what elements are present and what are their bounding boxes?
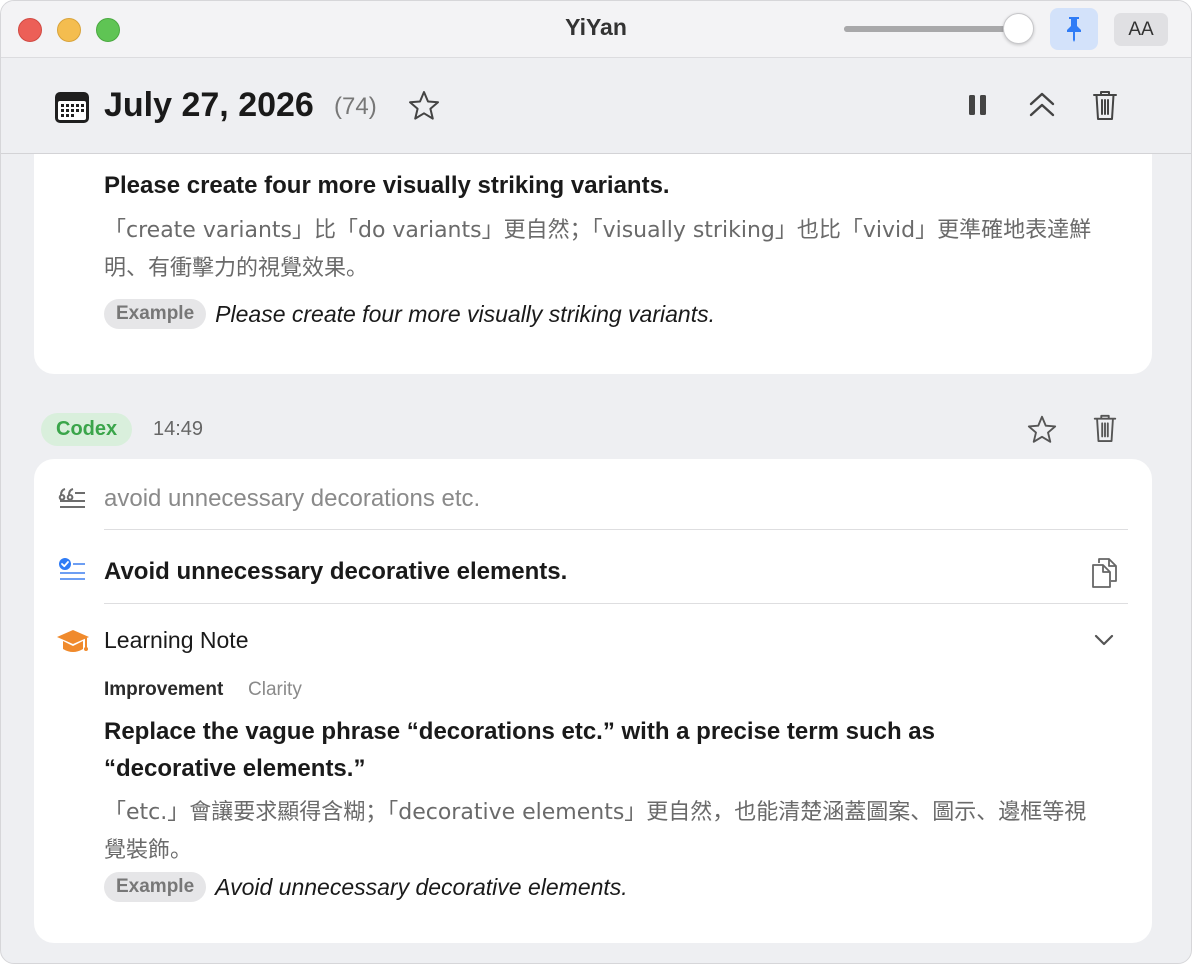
opacity-slider[interactable]	[844, 26, 1018, 32]
pin-button[interactable]	[1050, 8, 1098, 50]
quote-icon	[58, 488, 85, 508]
original-text: avoid unnecessary decorations etc.	[104, 485, 481, 512]
corrected-sentence: Please create four more visually strikin…	[104, 172, 670, 199]
trash-icon[interactable]	[1091, 412, 1119, 444]
star-icon[interactable]	[1026, 413, 1058, 445]
date-title: July 27, 2026	[104, 86, 314, 124]
entry-count: (74)	[334, 93, 377, 120]
app-window: YiYan AA July 27, 2026 (74) Please creat…	[0, 0, 1192, 964]
chevron-down-icon[interactable]	[1092, 632, 1116, 648]
example-text: Please create four more visually strikin…	[215, 300, 715, 327]
example-row: Example Avoid unnecessary decorative ele…	[104, 872, 628, 902]
source-badge: Codex	[41, 413, 133, 446]
entry-card: avoid unnecessary decorations etc. Avoid…	[34, 459, 1152, 943]
divider	[104, 529, 1128, 530]
pin-icon	[1067, 17, 1081, 42]
explanation-text: 「create variants」比「do variants」更自然；「visu…	[104, 218, 1092, 281]
corrected-sentence: Avoid unnecessary decorative elements.	[104, 558, 568, 585]
note-heading: Replace the vague phrase “decorations et…	[104, 718, 935, 782]
checklist-icon	[59, 558, 85, 580]
calendar-icon	[55, 92, 89, 123]
entry-card: Please create four more visually strikin…	[34, 154, 1152, 374]
slider-fill	[844, 26, 1018, 32]
subcategory-label: Clarity	[248, 679, 302, 700]
category-label: Improvement	[104, 679, 224, 700]
entry-meta-row: Codex 14:49	[41, 412, 1151, 448]
note-explanation: 「etc.」會讓要求顯得含糊；「decorative elements」更自然，…	[104, 800, 1087, 863]
example-text: Avoid unnecessary decorative elements.	[215, 873, 628, 900]
title-bar: YiYan AA	[1, 1, 1191, 58]
font-size-button[interactable]: AA	[1114, 13, 1168, 46]
divider	[104, 603, 1128, 604]
entry-time: 14:49	[153, 418, 204, 440]
collapse-all-icon[interactable]	[1026, 89, 1058, 121]
graduation-cap-icon	[57, 630, 89, 652]
copy-icon[interactable]	[1090, 555, 1120, 589]
day-header: July 27, 2026 (74)	[1, 58, 1191, 154]
slider-knob[interactable]	[1003, 13, 1034, 44]
example-badge: Example	[104, 872, 207, 902]
example-row: Example Please create four more visually…	[104, 299, 715, 329]
entries-list[interactable]: Please create four more visually strikin…	[1, 154, 1191, 963]
learning-note-title[interactable]: Learning Note	[104, 627, 249, 654]
pause-icon[interactable]	[964, 91, 992, 119]
star-icon[interactable]	[407, 89, 441, 121]
trash-icon[interactable]	[1090, 88, 1120, 122]
example-badge: Example	[104, 299, 207, 329]
